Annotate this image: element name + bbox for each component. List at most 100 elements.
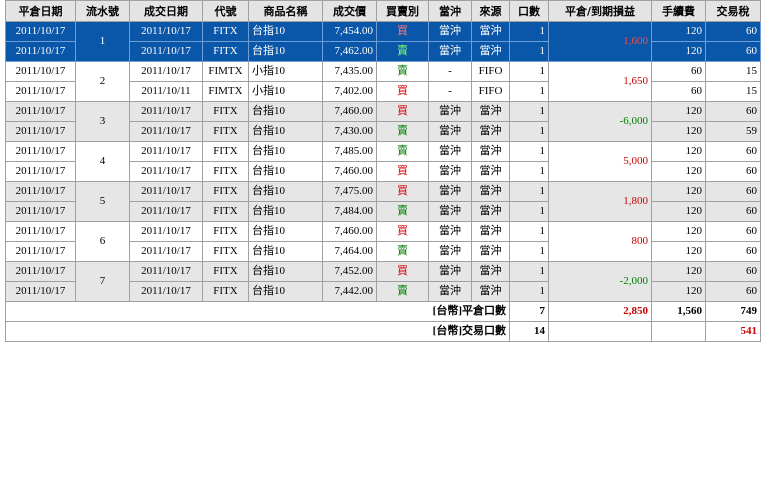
cell-code: FITX <box>202 181 249 202</box>
cell-daytrade: 當沖 <box>428 201 472 222</box>
col-header-pnl[interactable]: 平倉/到期損益 <box>548 0 652 22</box>
cell-product: 台指10 <box>248 261 323 282</box>
cell-serial: 4 <box>75 141 130 182</box>
cell-qty: 1 <box>509 121 549 142</box>
cell-qty: 1 <box>509 61 549 82</box>
cell-close-date: 2011/10/17 <box>5 201 76 222</box>
col-header-side[interactable]: 買賣別 <box>376 0 429 22</box>
col-header-product[interactable]: 商品名稱 <box>248 0 323 22</box>
cell-code: FITX <box>202 161 249 182</box>
cell-price: 7,485.00 <box>322 141 377 162</box>
cell-source: 當沖 <box>471 101 510 122</box>
col-header-qty[interactable]: 口數 <box>509 0 549 22</box>
cell-price: 7,460.00 <box>322 221 377 242</box>
cell-trade-date: 2011/10/17 <box>129 121 203 142</box>
col-header-fee[interactable]: 手續費 <box>651 0 706 22</box>
cell-price: 7,464.00 <box>322 241 377 262</box>
cell-side: 買 <box>376 101 429 122</box>
summary-empty-pnl <box>548 321 652 342</box>
table-row[interactable]: 2011/10/17 7 2011/10/17 FITX 台指10 7,452.00 買當沖… <box>5 261 761 302</box>
cell-source: FIFO <box>471 61 510 82</box>
col-header-close-date[interactable]: 平倉日期 <box>5 0 76 22</box>
cell-price: 7,460.00 <box>322 161 377 182</box>
cell-fee: 120 <box>651 221 706 242</box>
cell-side: 賣 <box>376 141 429 162</box>
cell-close-date: 2011/10/17 <box>5 41 76 62</box>
trade-history-grid: 平倉日期 流水號 成交日期 代號 商品名稱 成交價 買賣別 當沖 來源 口數 平… <box>5 0 761 342</box>
cell-price: 7,442.00 <box>322 281 377 302</box>
col-header-tax[interactable]: 交易稅 <box>705 0 761 22</box>
cell-close-date: 2011/10/17 <box>5 161 76 182</box>
cell-side: 買 <box>376 21 429 42</box>
cell-tax: 60 <box>705 281 761 302</box>
cell-code: FITX <box>202 141 249 162</box>
cell-fee: 120 <box>651 281 706 302</box>
table-row[interactable]: 2011/10/17 2 2011/10/17 FIMTX 小指10 7,435.00 賣 -… <box>5 61 761 102</box>
cell-daytrade: 當沖 <box>428 21 472 42</box>
cell-close-date: 2011/10/17 <box>5 241 76 262</box>
cell-tax: 60 <box>705 221 761 242</box>
table-row[interactable]: 2011/10/17 5 2011/10/17 FITX 台指10 7,475.00 買當沖… <box>5 181 761 222</box>
cell-serial: 7 <box>75 261 130 302</box>
summary-close-qty: 7 <box>509 301 549 322</box>
cell-side: 買 <box>376 161 429 182</box>
cell-daytrade: 當沖 <box>428 161 472 182</box>
cell-trade-date: 2011/10/17 <box>129 221 203 242</box>
cell-trade-date: 2011/10/17 <box>129 101 203 122</box>
cell-product: 台指10 <box>248 141 323 162</box>
cell-daytrade: 當沖 <box>428 101 472 122</box>
cell-daytrade: 當沖 <box>428 261 472 282</box>
cell-side: 買 <box>376 261 429 282</box>
cell-fee: 120 <box>651 21 706 42</box>
cell-product: 小指10 <box>248 81 323 102</box>
table-row[interactable]: 2011/10/17 3 2011/10/17 FITX 台指10 7,460.00 買當沖… <box>5 101 761 142</box>
col-header-serial[interactable]: 流水號 <box>75 0 130 22</box>
cell-product: 台指10 <box>248 41 323 62</box>
cell-tax: 60 <box>705 21 761 42</box>
col-header-trade-date[interactable]: 成交日期 <box>129 0 203 22</box>
col-header-daytrade[interactable]: 當沖 <box>428 0 472 22</box>
cell-product: 台指10 <box>248 241 323 262</box>
cell-daytrade: 當沖 <box>428 41 472 62</box>
cell-close-date: 2011/10/17 <box>5 141 76 162</box>
cell-tax: 60 <box>705 161 761 182</box>
cell-qty: 1 <box>509 21 549 42</box>
cell-source: 當沖 <box>471 161 510 182</box>
cell-code: FITX <box>202 101 249 122</box>
cell-side: 賣 <box>376 241 429 262</box>
cell-qty: 1 <box>509 41 549 62</box>
cell-close-date: 2011/10/17 <box>5 221 76 242</box>
cell-close-date: 2011/10/17 <box>5 61 76 82</box>
cell-price: 7,454.00 <box>322 21 377 42</box>
col-header-source[interactable]: 來源 <box>471 0 510 22</box>
cell-trade-date: 2011/10/17 <box>129 281 203 302</box>
summary-close-label: [台幣]平倉口數 <box>5 301 510 322</box>
cell-trade-date: 2011/10/17 <box>129 61 203 82</box>
col-header-price[interactable]: 成交價 <box>322 0 377 22</box>
cell-tax: 60 <box>705 181 761 202</box>
cell-fee: 120 <box>651 161 706 182</box>
cell-price: 7,460.00 <box>322 101 377 122</box>
cell-tax: 15 <box>705 61 761 82</box>
cell-fee: 120 <box>651 41 706 62</box>
table-row[interactable]: 2011/10/17 4 2011/10/17 FITX 台指10 7,485.00 賣當沖… <box>5 141 761 182</box>
table-row[interactable]: 2011/10/17 1 2011/10/17 FITX 台指10 7,454.00 買當沖… <box>5 21 761 62</box>
cell-fee: 60 <box>651 61 706 82</box>
cell-price: 7,430.00 <box>322 121 377 142</box>
cell-price: 7,475.00 <box>322 181 377 202</box>
cell-price: 7,462.00 <box>322 41 377 62</box>
cell-price: 7,402.00 <box>322 81 377 102</box>
cell-source: 當沖 <box>471 261 510 282</box>
cell-tax: 60 <box>705 201 761 222</box>
cell-qty: 1 <box>509 201 549 222</box>
table-row[interactable]: 2011/10/17 6 2011/10/17 FITX 台指10 7,460.00 買當沖… <box>5 221 761 262</box>
cell-code: FITX <box>202 261 249 282</box>
cell-code: FIMTX <box>202 81 249 102</box>
cell-code: FITX <box>202 241 249 262</box>
cell-fee: 120 <box>651 201 706 222</box>
cell-product: 台指10 <box>248 221 323 242</box>
cell-tax: 15 <box>705 81 761 102</box>
cell-daytrade: 當沖 <box>428 141 472 162</box>
cell-serial: 1 <box>75 21 130 62</box>
col-header-code[interactable]: 代號 <box>202 0 249 22</box>
